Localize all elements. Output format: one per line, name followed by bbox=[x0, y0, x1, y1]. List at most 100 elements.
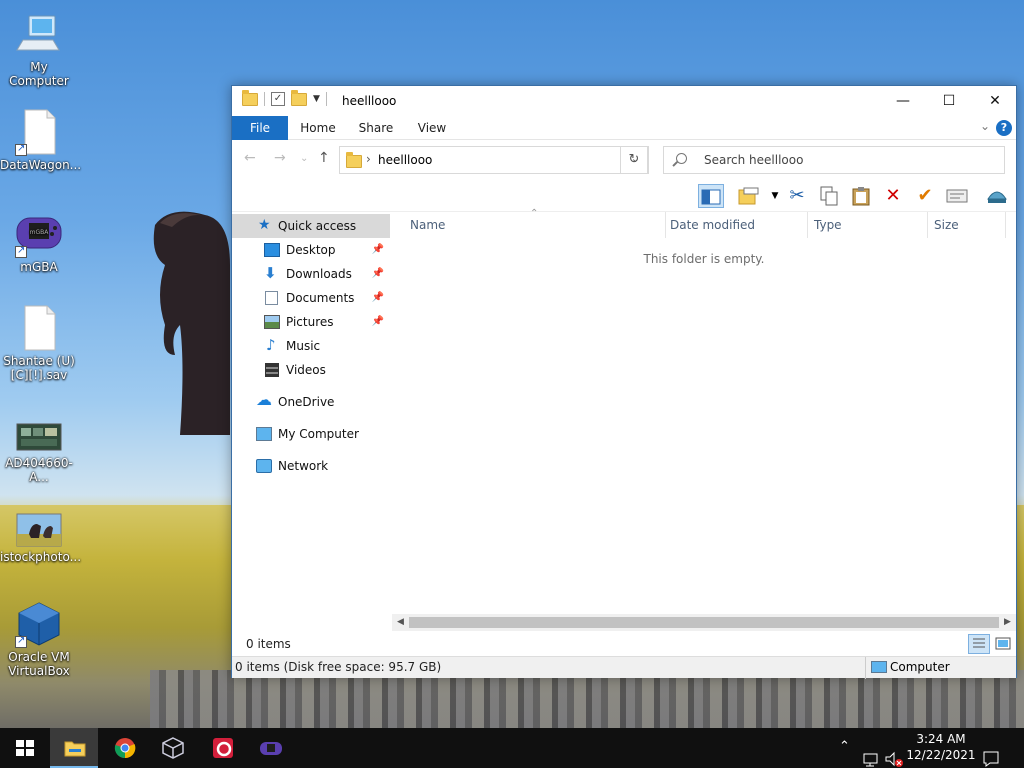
nav-label: My Computer bbox=[278, 427, 359, 441]
desktop-icon-label: AD404660- A... bbox=[5, 456, 73, 484]
nav-videos[interactable]: Videos bbox=[232, 358, 390, 382]
start-button[interactable] bbox=[0, 728, 48, 768]
computer-icon bbox=[871, 661, 887, 673]
star-icon: ★ bbox=[258, 217, 271, 233]
maximize-button[interactable]: ☐ bbox=[926, 86, 972, 116]
tab-file[interactable]: File bbox=[232, 116, 288, 140]
nav-onedrive[interactable]: ☁ OneDrive bbox=[232, 390, 390, 414]
details-view-button[interactable] bbox=[968, 634, 990, 654]
column-header-date-modified[interactable]: Date modified bbox=[666, 212, 808, 238]
disk-status-bar: 0 items (Disk free space: 95.7 GB) Compu… bbox=[232, 656, 1016, 679]
nav-desktop[interactable]: Desktop 📌 bbox=[232, 238, 390, 262]
nav-downloads[interactable]: ⬇ Downloads 📌 bbox=[232, 262, 390, 286]
desktop-icon-mgba[interactable]: mGBA mGBA bbox=[0, 210, 78, 274]
download-arrow-icon: ⬇ bbox=[264, 264, 277, 282]
pin-icon[interactable]: 📌 bbox=[372, 310, 384, 334]
delete-icon[interactable]: ✕ bbox=[880, 184, 906, 208]
document-icon bbox=[265, 291, 278, 305]
cut-icon[interactable]: ✂ bbox=[784, 184, 810, 208]
taskbar-virtualbox[interactable] bbox=[148, 728, 196, 768]
show-hidden-icons-chevron-icon[interactable]: ⌃ bbox=[839, 739, 850, 768]
taskbar-chrome[interactable] bbox=[100, 728, 148, 768]
taskbar-app-red[interactable] bbox=[198, 728, 246, 768]
properties-icon[interactable]: ✓ bbox=[271, 92, 285, 106]
nav-label: Music bbox=[286, 339, 321, 353]
separator bbox=[264, 92, 265, 106]
address-bar[interactable]: › heelllooo ⌄ bbox=[339, 146, 649, 174]
pin-icon[interactable]: 📌 bbox=[372, 286, 384, 310]
desktop-icon-virtualbox[interactable]: Oracle VM VirtualBox bbox=[0, 600, 78, 678]
pin-icon[interactable]: 📌 bbox=[372, 262, 384, 286]
gameboy-advance-icon bbox=[260, 742, 282, 755]
nav-label: Desktop bbox=[286, 243, 336, 257]
paste-icon[interactable] bbox=[848, 184, 874, 208]
forward-arrow-icon[interactable]: → bbox=[274, 150, 286, 166]
close-button[interactable]: ✕ bbox=[972, 86, 1018, 116]
nav-label: Network bbox=[278, 459, 329, 473]
nav-music[interactable]: ♪ Music bbox=[232, 334, 390, 358]
folder-icon bbox=[346, 152, 362, 168]
taskbar: ⌃ 3:24 AM 12/22/2021 bbox=[0, 728, 1024, 768]
volume-muted-icon[interactable] bbox=[884, 740, 904, 768]
nav-network[interactable]: Network bbox=[232, 454, 390, 478]
file-explorer-icon bbox=[64, 741, 86, 757]
notifications-icon[interactable] bbox=[982, 739, 1000, 768]
folder-icon bbox=[242, 89, 258, 106]
shell-globe-icon[interactable] bbox=[984, 184, 1010, 208]
back-arrow-icon[interactable]: ← bbox=[244, 150, 256, 166]
desktop-icon-ad404660[interactable]: AD404660- A... bbox=[0, 420, 78, 484]
title-bar[interactable]: ✓ ▼ heelllooo — ☐ ✕ bbox=[232, 86, 1016, 116]
help-icon[interactable]: ? bbox=[996, 120, 1012, 136]
taskbar-file-explorer[interactable] bbox=[50, 728, 98, 768]
computer-icon bbox=[256, 427, 272, 441]
scrollbar-thumb[interactable] bbox=[409, 617, 999, 628]
new-folder-icon[interactable] bbox=[291, 89, 307, 106]
up-arrow-icon[interactable]: ↑ bbox=[318, 150, 330, 166]
search-icon bbox=[676, 153, 687, 164]
minimize-button[interactable]: — bbox=[880, 86, 926, 116]
tab-view[interactable]: View bbox=[406, 116, 458, 140]
large-icons-view-button[interactable] bbox=[992, 634, 1014, 654]
chrome-icon bbox=[114, 738, 136, 759]
item-count: 0 items bbox=[246, 637, 291, 651]
system-clock[interactable]: 3:24 AM 12/22/2021 bbox=[905, 731, 977, 763]
music-note-icon: ♪ bbox=[266, 336, 276, 354]
layout-icon[interactable] bbox=[736, 184, 762, 208]
nav-pictures[interactable]: Pictures 📌 bbox=[232, 310, 390, 334]
nav-label: Pictures bbox=[286, 315, 334, 329]
network-status-icon[interactable] bbox=[862, 740, 880, 768]
ribbon-tabs: File Home Share View ⌄ ? bbox=[232, 116, 1016, 140]
recent-locations-chevron-icon[interactable]: ⌄ bbox=[300, 153, 308, 164]
tab-share[interactable]: Share bbox=[350, 116, 402, 140]
expand-ribbon-chevron-icon[interactable]: ⌄ bbox=[980, 119, 990, 133]
copy-icon[interactable] bbox=[816, 184, 842, 208]
desktop-icon-datawagon[interactable]: DataWagon... bbox=[0, 108, 81, 172]
navigation-pane: ★ Quick access Desktop 📌 ⬇ Downloads 📌 D… bbox=[232, 212, 392, 617]
file-list[interactable]: ⌃ Name Date modified Type Size This fold… bbox=[392, 208, 1016, 617]
customize-toolbar-dropdown-icon[interactable]: ▼ bbox=[313, 94, 320, 104]
nav-quick-access[interactable]: ★ Quick access bbox=[232, 214, 390, 238]
scroll-right-icon[interactable]: ▶ bbox=[999, 614, 1016, 631]
scroll-left-icon[interactable]: ◀ bbox=[392, 614, 409, 631]
rename-checkmark-icon[interactable]: ✔ bbox=[912, 184, 938, 208]
search-box[interactable]: Search heelllooo bbox=[663, 146, 1005, 174]
taskbar-mgba[interactable] bbox=[246, 728, 294, 768]
breadcrumb-separator-icon[interactable]: › bbox=[366, 152, 371, 166]
quick-access-toolbar: ✓ ▼ bbox=[242, 89, 327, 106]
column-header-name[interactable]: Name bbox=[392, 212, 666, 238]
desktop-icon-my-computer[interactable]: My Computer bbox=[0, 10, 78, 88]
refresh-button[interactable]: ↻ bbox=[620, 146, 648, 174]
nav-my-computer[interactable]: My Computer bbox=[232, 422, 390, 446]
column-header-type[interactable]: Type bbox=[808, 212, 928, 238]
preview-pane-icon[interactable] bbox=[698, 184, 724, 208]
tab-home[interactable]: Home bbox=[292, 116, 344, 140]
desktop-icon-shantae-save[interactable]: Shantae (U) [C][!].sav bbox=[0, 304, 78, 382]
horizontal-scrollbar[interactable]: ◀ ▶ bbox=[392, 614, 1016, 631]
desktop-icon-label: Shantae (U) [C][!].sav bbox=[3, 354, 75, 382]
pin-icon[interactable]: 📌 bbox=[372, 238, 384, 262]
column-header-size[interactable]: Size bbox=[928, 212, 1006, 238]
nav-documents[interactable]: Documents 📌 bbox=[232, 286, 390, 310]
properties-card-icon[interactable] bbox=[944, 184, 970, 208]
desktop-icon-istockphoto[interactable]: istockphoto... bbox=[0, 512, 81, 564]
breadcrumb-current[interactable]: heelllooo bbox=[378, 153, 432, 167]
